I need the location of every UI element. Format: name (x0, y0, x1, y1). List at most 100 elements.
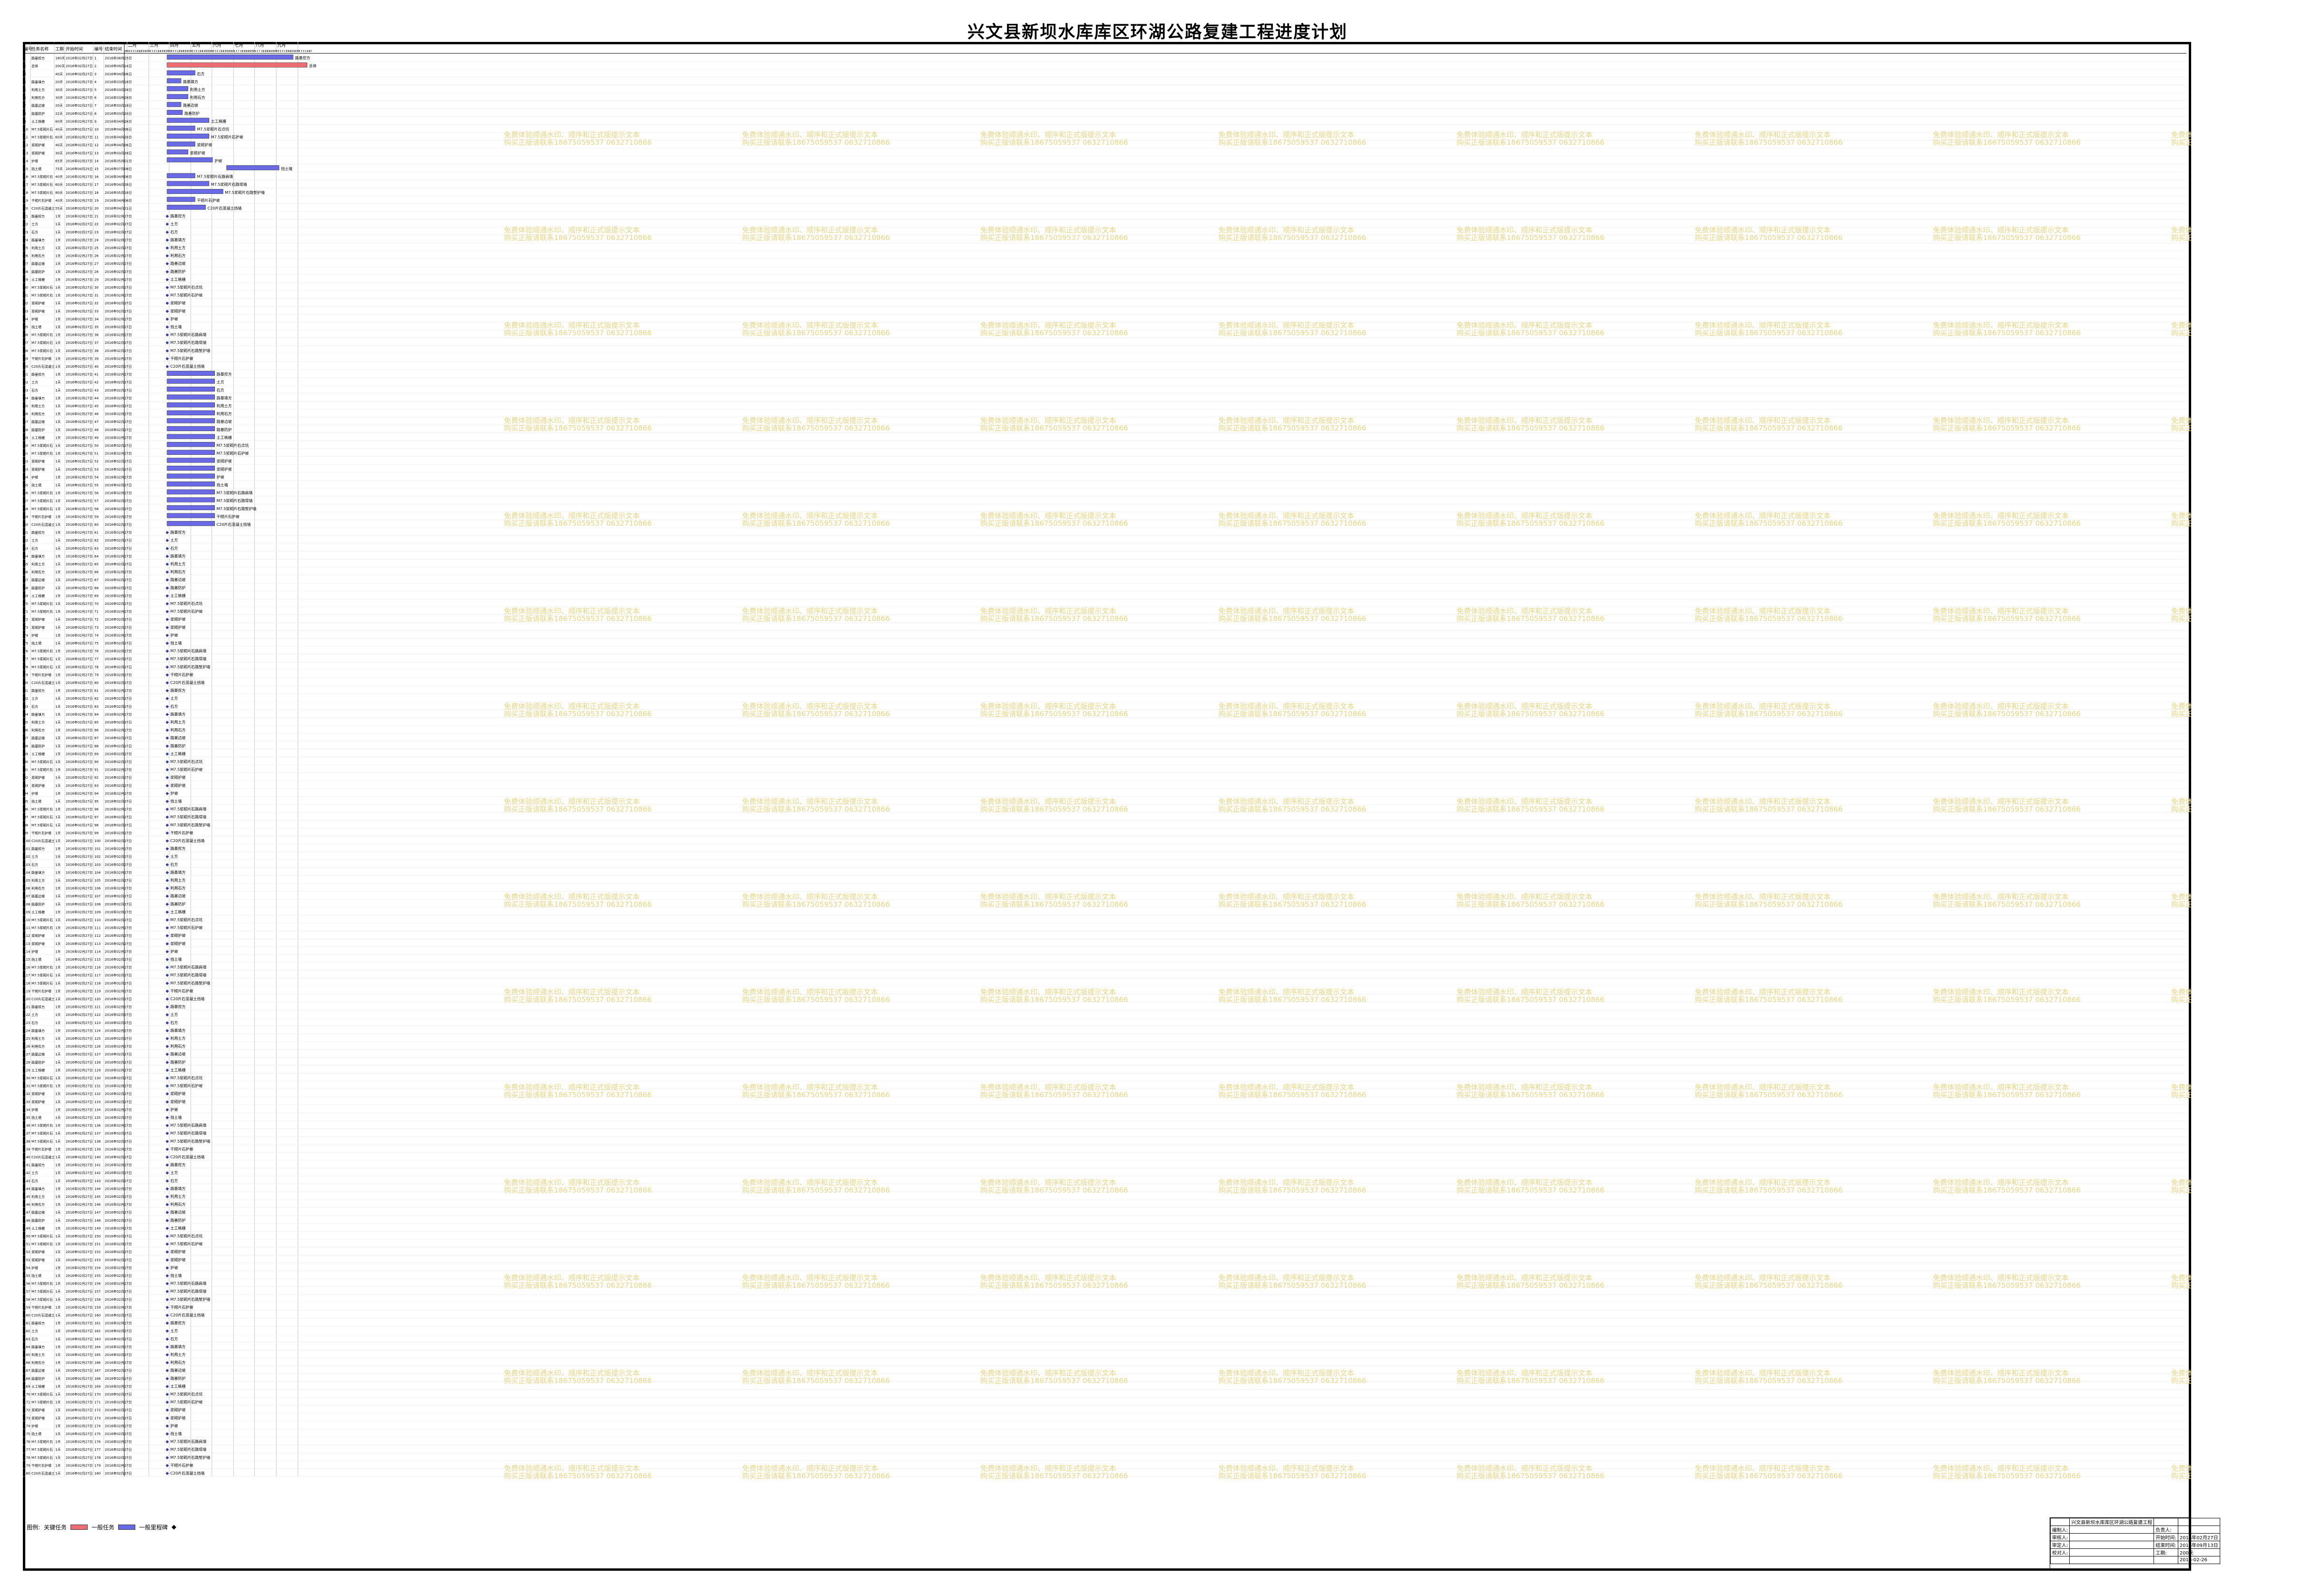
task-id: 157 (24, 1290, 30, 1294)
task-ref: 21 (94, 215, 99, 219)
bar-label: 干砌片石护坡 (171, 1146, 193, 1151)
milestone-marker: ◆ (166, 1455, 169, 1460)
bar-label: 路基边坡 (171, 1368, 186, 1373)
task-id: 107 (24, 894, 30, 898)
task-start: 2016年02月27日 (66, 1384, 93, 1388)
watermark-text: 购买正版请联系18675059537 0632710866 (504, 233, 652, 242)
task-ref: 44 (94, 396, 99, 400)
task-bar (167, 482, 215, 487)
task-id: 17 (24, 183, 28, 187)
milestone-marker: ◆ (166, 1005, 169, 1010)
task-bar (167, 173, 195, 178)
task-id: 100 (24, 839, 30, 843)
task-ref: 147 (94, 1211, 101, 1215)
task-start: 2016年02月27日 (66, 633, 93, 637)
bar-label: 土工格栅 (217, 435, 232, 440)
bar-label: 路基防护 (171, 269, 186, 274)
task-end: 2016年02月27日 (105, 1131, 132, 1135)
task-duration: 55天 (55, 207, 63, 211)
task-start: 2016年02月27日 (66, 1092, 93, 1096)
watermark-text: 购买正版请联系18675059537 0632710866 (1933, 1091, 2081, 1099)
task-end: 2016年02月27日 (105, 610, 132, 614)
task-start: 2016年02月27日 (66, 981, 93, 985)
task-name: 路基填方 (31, 554, 45, 558)
task-id: 159 (24, 1305, 30, 1309)
task-start: 2016年02月27日 (66, 1131, 93, 1135)
task-end: 2016年02月27日 (105, 1155, 132, 1159)
milestone-marker: ◆ (166, 222, 169, 227)
bar-label: M7.5浆砌片石护坡 (171, 767, 203, 772)
watermark-text: 购买正版请联系18675059537 0632710866 (2171, 995, 2191, 1004)
task-end: 2016年03月28日 (105, 88, 132, 92)
milestone-marker: ◆ (166, 301, 169, 306)
bar-label: 浆砌护坡 (171, 309, 186, 313)
task-start: 2016年02月27日 (66, 1265, 93, 1270)
task-ref: 111 (94, 926, 101, 930)
task-ref: 90 (94, 760, 99, 764)
task-duration: 1天 (55, 1092, 60, 1096)
column-header: 开始时间 (66, 46, 83, 52)
bar-label: 浆砌护坡 (171, 301, 186, 305)
task-id: 65 (24, 562, 28, 566)
task-start: 2016年02月27日 (66, 420, 93, 424)
task-end: 2016年03月18日 (105, 80, 132, 84)
milestone-marker: ◆ (166, 1400, 169, 1405)
task-end: 2016年02月27日 (105, 1076, 132, 1080)
task-ref: 123 (94, 1021, 101, 1025)
task-bar (167, 497, 215, 502)
task-end: 2016年09月14日 (105, 64, 132, 68)
milestone-marker: ◆ (166, 270, 169, 274)
task-duration: 1天 (55, 1258, 60, 1262)
task-duration: 1天 (55, 847, 60, 851)
milestone-marker: ◆ (166, 965, 169, 970)
task-end: 2016年02月27日 (105, 625, 132, 630)
task-bar (167, 181, 210, 186)
task-id: 106 (24, 887, 30, 891)
task-end: 2016年02月27日 (105, 443, 132, 448)
bar-label: 总体 (309, 63, 317, 68)
bar-label: M7.5浆砌片石护坡 (171, 293, 203, 298)
bar-label: 干砌片石护坡 (217, 514, 240, 519)
task-duration: 1天 (55, 317, 60, 321)
task-end: 2016年02月27日 (105, 815, 132, 819)
watermark-text: 购买正版请联系18675059537 0632710866 (504, 424, 652, 432)
milestone-marker: ◆ (166, 1361, 169, 1365)
task-duration: 1天 (55, 784, 60, 788)
task-name: 利用石方 (31, 1044, 45, 1049)
task-id: 53 (24, 468, 28, 472)
task-name: 路基防护 (31, 111, 45, 116)
task-id: 111 (24, 926, 30, 930)
task-ref: 108 (94, 903, 101, 906)
task-end: 2016年02月27日 (105, 1084, 132, 1088)
task-ref: 135 (94, 1116, 101, 1120)
watermark-text: 购买正版请联系18675059537 0632710866 (1218, 1376, 1366, 1385)
watermark-text: 购买正版请联系18675059537 0632710866 (980, 519, 1128, 528)
task-start: 2016年02月27日 (66, 1100, 93, 1104)
bar-label: 路基挖方 (171, 1163, 186, 1167)
bar-label: 土工格栅 (171, 1067, 186, 1072)
task-name: 路基填方 (31, 1028, 45, 1033)
task-duration: 1天 (55, 586, 60, 590)
task-end: 2016年02月27日 (105, 617, 132, 622)
task-start: 2016年02月27日 (66, 254, 93, 258)
task-ref: 38 (94, 349, 99, 353)
task-bar (167, 141, 195, 147)
task-id: 165 (24, 1353, 30, 1357)
task-end: 2016年02月27日 (105, 222, 132, 226)
task-name: 石方 (31, 230, 38, 234)
task-id: 114 (24, 950, 30, 954)
task-start: 2016年02月27日 (66, 404, 93, 408)
task-name: M7.5浆砌片石 (31, 341, 53, 345)
task-duration: 180天 (55, 57, 65, 60)
bar-label: 路基填方 (183, 79, 198, 84)
task-ref: 146 (94, 1203, 101, 1207)
task-name: 路基防护 (31, 1218, 45, 1223)
title-block-cell: 校对人: (2050, 1548, 2070, 1556)
milestone-marker: ◆ (166, 1337, 169, 1342)
task-duration: 1天 (55, 1298, 60, 1302)
watermark-text: 购买正版请联系18675059537 0632710866 (742, 805, 890, 813)
task-id: 141 (24, 1164, 30, 1167)
milestone-marker: ◆ (166, 815, 169, 820)
milestone-marker: ◆ (166, 1084, 169, 1089)
day-label: 2 (150, 50, 151, 53)
